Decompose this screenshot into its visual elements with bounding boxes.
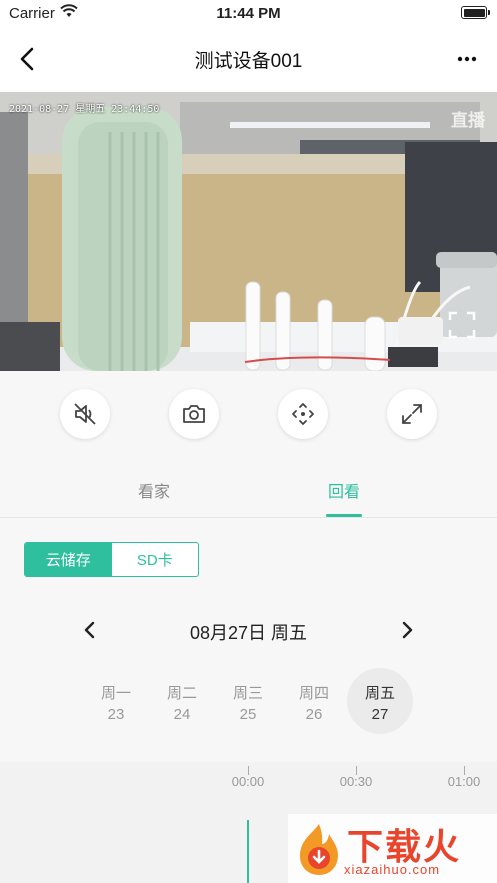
page-title: 测试设备001 xyxy=(194,51,303,72)
day-item[interactable]: 周一 23 xyxy=(83,668,149,734)
live-video-view[interactable]: 2021-08-27 星期五 23:44:50 直播 xyxy=(0,92,497,371)
day-weekday: 周二 xyxy=(166,685,197,702)
day-number: 25 xyxy=(239,706,257,723)
status-bar: Carrier 11:44 PM xyxy=(0,0,497,26)
mute-button[interactable] xyxy=(60,389,110,439)
camera-feed-image xyxy=(0,92,497,371)
ptz-direction-icon xyxy=(292,403,314,425)
video-timestamp: 2021-08-27 星期五 23:44:50 xyxy=(9,104,160,115)
mute-icon xyxy=(74,403,96,425)
day-item-selected[interactable]: 周五 27 xyxy=(347,668,413,734)
timeline-label: 00:00 xyxy=(231,774,265,789)
day-number: 27 xyxy=(371,706,389,723)
tab-active-indicator xyxy=(326,514,362,517)
day-number: 23 xyxy=(107,706,125,723)
watermark-url: xiazaihuo.com xyxy=(344,862,441,877)
day-weekday: 周四 xyxy=(298,685,329,702)
storage-toggle: 云储存 SD卡 xyxy=(24,542,199,577)
more-icon[interactable] xyxy=(451,43,483,75)
battery-icon xyxy=(461,6,490,19)
day-picker: 周一 23 周二 24 周三 25 周四 26 周五 27 xyxy=(0,665,497,735)
clock: 11:44 PM xyxy=(216,5,281,22)
day-weekday: 周五 xyxy=(364,685,395,702)
timeline-label: 00:30 xyxy=(339,774,373,789)
control-buttons xyxy=(0,371,497,456)
day-number: 26 xyxy=(305,706,323,723)
day-number: 24 xyxy=(173,706,191,723)
fullscreen-button[interactable] xyxy=(387,389,437,439)
day-item[interactable]: 周二 24 xyxy=(149,668,215,734)
camera-icon xyxy=(183,405,205,423)
timeline-label: 01:00 xyxy=(447,774,481,789)
cloud-storage-option[interactable]: 云储存 xyxy=(25,543,112,576)
chevron-right-icon[interactable] xyxy=(395,618,419,642)
day-item[interactable]: 周三 25 xyxy=(215,668,281,734)
snapshot-button[interactable] xyxy=(169,389,219,439)
date-selector: 08月27日 周五 xyxy=(0,610,497,650)
tab-live[interactable]: 看家 xyxy=(104,478,204,502)
day-weekday: 周三 xyxy=(232,685,263,702)
tab-playback[interactable]: 回看 xyxy=(294,478,394,502)
ptz-button[interactable] xyxy=(278,389,328,439)
current-date: 08月27日 周五 xyxy=(189,623,308,643)
live-label: 直播 xyxy=(451,111,485,130)
day-item[interactable]: 周四 26 xyxy=(281,668,347,734)
mode-tabs: 看家 回看 xyxy=(0,456,497,518)
nav-bar: 测试设备001 xyxy=(0,26,497,92)
fullscreen-icon xyxy=(402,404,422,424)
watermark-logo: 下载火 xiazaihuo.com xyxy=(288,814,497,883)
focus-frame-icon[interactable] xyxy=(447,310,477,340)
sd-card-option[interactable]: SD卡 xyxy=(112,543,199,576)
day-weekday: 周一 xyxy=(100,685,131,702)
flame-logo-icon xyxy=(300,824,338,875)
timeline-cursor xyxy=(247,820,249,883)
